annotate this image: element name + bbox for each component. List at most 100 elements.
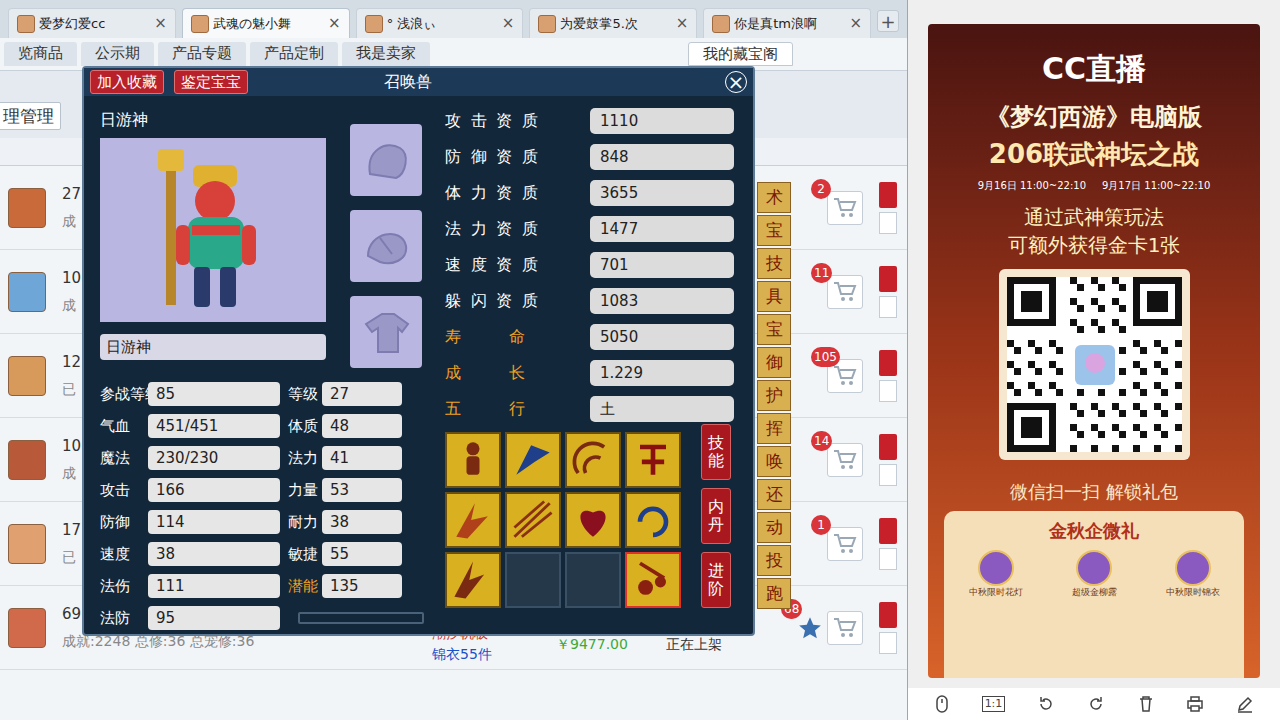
dialog-action-button[interactable]: 鉴定宝宝 — [174, 70, 248, 94]
dialog-close-button[interactable]: × — [725, 71, 747, 93]
side-strip-tab[interactable]: 还 — [757, 479, 791, 510]
side-strip-tab[interactable]: 挥 — [757, 413, 791, 444]
side-strip-tab[interactable]: 宝 — [757, 215, 791, 246]
side-strip-tab[interactable]: 投 — [757, 545, 791, 576]
side-strip-tab[interactable]: 护 — [757, 380, 791, 411]
tab-close-button[interactable]: × — [154, 12, 167, 35]
action-button[interactable] — [879, 212, 897, 234]
skill-slot[interactable] — [625, 492, 681, 548]
action-button[interactable] — [879, 548, 897, 570]
mouse-icon[interactable] — [934, 695, 950, 713]
nav-tab[interactable]: 我的藏宝阁 — [688, 42, 793, 66]
ad-banner[interactable]: CC直播《梦幻西游》电脑版206联武神坛之战9月16日 11:00~22:109… — [928, 24, 1260, 678]
cart-button[interactable] — [827, 443, 863, 477]
side-strip-tab[interactable]: 动 — [757, 512, 791, 543]
side-strip-tab[interactable]: 具 — [757, 281, 791, 312]
skill-slot[interactable] — [565, 492, 621, 548]
favorite-button[interactable] — [797, 615, 823, 641]
stat-label: 力量 — [288, 479, 318, 502]
action-button[interactable] — [879, 350, 897, 376]
side-strip-tab[interactable]: 术 — [757, 182, 791, 213]
skill-slot[interactable] — [445, 552, 501, 608]
pet-name: 日游神 — [100, 108, 326, 132]
action-button[interactable] — [879, 434, 897, 460]
count-badge: 11 — [811, 263, 832, 283]
action-button[interactable] — [879, 518, 897, 544]
side-strip-tab[interactable]: 跑 — [757, 578, 791, 609]
cart-button[interactable] — [827, 275, 863, 309]
toolbar-button[interactable]: 理管理 — [0, 102, 61, 130]
browser-tab[interactable]: ° 浅浪ぃ× — [356, 8, 524, 38]
trash-icon[interactable] — [1137, 695, 1155, 713]
browser-tab[interactable]: 爱梦幻爱cc× — [8, 8, 176, 38]
dialog-action-button[interactable]: 加入收藏 — [90, 70, 164, 94]
side-button[interactable]: 技能 — [701, 424, 731, 480]
quality-label: 五行 — [445, 397, 590, 421]
tab-close-button[interactable]: × — [676, 12, 689, 35]
skill-slot[interactable] — [445, 492, 501, 548]
ad-panel: CC直播《梦幻西游》电脑版206联武神坛之战9月16日 11:00~22:109… — [908, 0, 1280, 720]
pet-name-field[interactable]: 日游神 — [100, 334, 326, 360]
action-button[interactable] — [879, 380, 897, 402]
stat-label: 潜能 — [288, 575, 318, 598]
side-button[interactable]: 进阶 — [701, 552, 731, 608]
tab-close-button[interactable]: × — [328, 12, 341, 35]
dialog-body: 日游神日游神参战等级85等级27气血451/451体质48魔法230/230法力… — [84, 96, 753, 634]
nav-tab[interactable]: 览商品 — [4, 42, 77, 66]
new-tab-button[interactable]: + — [877, 10, 899, 32]
skill-slot[interactable] — [625, 552, 681, 608]
stat-value: 55 — [322, 542, 402, 566]
qr-frame — [999, 269, 1190, 460]
role-avatar-icon — [8, 608, 46, 648]
row-actions: 68 — [797, 586, 899, 669]
side-button[interactable]: 内丹 — [701, 488, 731, 544]
gift-item: 中秋限时花灯 — [969, 550, 1023, 600]
ratio-button[interactable]: 1:1 — [982, 696, 1006, 712]
action-button[interactable] — [879, 266, 897, 292]
side-strip-tab[interactable]: 技 — [757, 248, 791, 279]
gift-item: 超级金柳露 — [1072, 550, 1117, 600]
nav-tab[interactable]: 产品定制 — [250, 42, 338, 66]
action-button[interactable] — [879, 464, 897, 486]
cart-icon — [833, 365, 857, 387]
row-level: 17 — [62, 519, 81, 542]
skill-slot[interactable] — [565, 432, 621, 488]
browser-tab[interactable]: 你是真tm浪啊× — [703, 8, 871, 38]
browser-tab[interactable]: 为爱鼓掌5.次× — [529, 8, 697, 38]
browser-tab[interactable]: 武魂の魅小舞× — [182, 8, 350, 38]
redo-icon[interactable] — [1087, 695, 1105, 713]
edit-icon[interactable] — [1236, 695, 1254, 713]
quality-value: 1083 — [590, 288, 734, 314]
tab-close-button[interactable]: × — [849, 12, 862, 35]
action-button[interactable] — [879, 182, 897, 208]
action-button[interactable] — [879, 602, 897, 628]
skill-slot[interactable] — [625, 432, 681, 488]
tab-close-button[interactable]: × — [502, 12, 515, 35]
nav-tab[interactable]: 我是卖家 — [342, 42, 430, 66]
nav-tab[interactable]: 公示期 — [81, 42, 154, 66]
row-text: 17已 — [62, 519, 81, 569]
gift-icon — [1175, 550, 1211, 586]
row-item[interactable]: 锦衣55件 — [432, 644, 536, 665]
undo-icon[interactable] — [1037, 695, 1055, 713]
cart-button[interactable] — [827, 191, 863, 225]
side-strip-tab[interactable]: 宝 — [757, 314, 791, 345]
skill-slot[interactable] — [445, 432, 501, 488]
equipment-slot[interactable] — [350, 124, 422, 196]
skill-slot[interactable] — [505, 492, 561, 548]
cart-button[interactable] — [827, 527, 863, 561]
side-strip-tab[interactable]: 唤 — [757, 446, 791, 477]
cart-button[interactable] — [827, 611, 863, 645]
print-icon[interactable] — [1186, 695, 1204, 713]
skill-icon — [447, 434, 499, 486]
pet-dialog[interactable]: 加入收藏鉴定宝宝召唤兽×日游神日游神参战等级85等级27气血451/451体质4… — [82, 66, 755, 636]
skill-slot[interactable] — [505, 432, 561, 488]
equipment-slot[interactable] — [350, 296, 422, 368]
action-button[interactable] — [879, 296, 897, 318]
stat-label: 气血 — [100, 415, 144, 438]
equipment-slot[interactable] — [350, 210, 422, 282]
action-button[interactable] — [879, 632, 897, 654]
nav-tab[interactable]: 产品专题 — [158, 42, 246, 66]
quality-label: 速度资质 — [445, 253, 590, 277]
side-strip-tab[interactable]: 御 — [757, 347, 791, 378]
